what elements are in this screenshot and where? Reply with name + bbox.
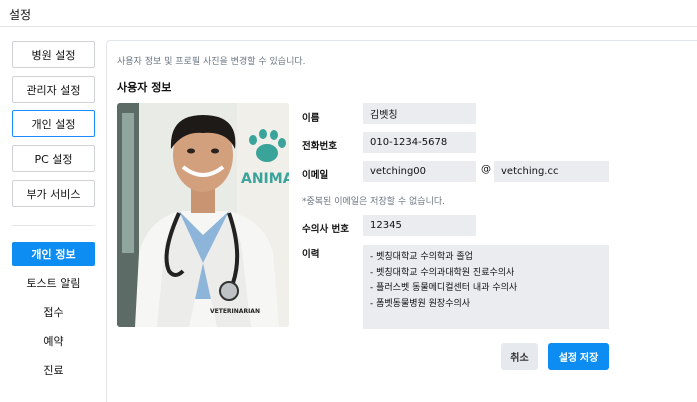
email-at-sign: @ <box>481 164 491 175</box>
section-title: 사용자 정보 <box>117 81 172 94</box>
email-id-field[interactable]: vetching00 <box>363 161 476 182</box>
career-label: 이력 <box>302 249 320 260</box>
page-description: 사용자 정보 및 프로필 사진을 변경할 수 있습니다. <box>117 57 306 67</box>
license-field[interactable]: 12345 <box>363 215 476 236</box>
profile-photo[interactable]: ANIMAL VETERINARIAN <box>117 103 289 327</box>
photo-sign-text: ANIMAL <box>241 171 289 187</box>
sidebar-button-personal-settings[interactable]: 개인 설정 <box>12 110 95 137</box>
title-bar: 설정 <box>0 0 697 27</box>
cancel-button[interactable]: 취소 <box>501 343 538 370</box>
sidebar-button-pc-settings[interactable]: PC 설정 <box>12 145 95 172</box>
content-panel: 사용자 정보 및 프로필 사진을 변경할 수 있습니다. 사용자 정보 ANIM… <box>106 40 697 402</box>
name-label: 이름 <box>302 113 320 124</box>
sidebar: 병원 설정 관리자 설정 개인 설정 PC 설정 부가 서비스 개인 정보 토스… <box>0 27 106 402</box>
career-line: - 폼벳동물병원 원장수의사 <box>370 298 471 309</box>
sidebar-item-toast-alerts[interactable]: 토스트 알림 <box>12 271 95 295</box>
sidebar-item-treatment[interactable]: 진료 <box>12 358 95 382</box>
sidebar-item-reservation[interactable]: 예약 <box>12 329 95 353</box>
phone-label: 전화번호 <box>302 141 337 152</box>
email-label: 이메일 <box>302 170 329 181</box>
career-line: - 벳칭대학교 수의과대학원 진료수의사 <box>370 267 515 278</box>
career-line: - 플러스벳 동물메디컬센터 내과 수의사 <box>370 283 518 293</box>
license-label: 수의사 번호 <box>302 224 350 235</box>
window-title: 설정 <box>9 8 32 22</box>
save-settings-button[interactable]: 설정 저장 <box>548 343 609 370</box>
profile-photo-image: ANIMAL VETERINARIAN <box>117 103 289 327</box>
email-domain-field[interactable]: vetching.cc <box>494 161 609 182</box>
photo-badge-text: VETERINARIAN <box>210 308 260 315</box>
sidebar-button-hospital-settings[interactable]: 병원 설정 <box>12 41 95 68</box>
sidebar-button-admin-settings[interactable]: 관리자 설정 <box>12 76 95 103</box>
sidebar-item-reception[interactable]: 접수 <box>12 300 95 324</box>
sidebar-divider <box>12 225 95 226</box>
sidebar-button-extra-services[interactable]: 부가 서비스 <box>12 180 95 207</box>
career-line: - 벳칭대학교 수의학과 졸업 <box>370 252 473 262</box>
name-field[interactable]: 김벳칭 <box>363 103 476 124</box>
email-hint: *중복된 이메일은 저장할 수 없습니다. <box>302 197 446 207</box>
sidebar-item-personal-info[interactable]: 개인 정보 <box>12 242 95 266</box>
career-textarea[interactable]: - 벳칭대학교 수의학과 졸업 - 벳칭대학교 수의과대학원 진료수의사 - 플… <box>363 245 609 329</box>
phone-field[interactable]: 010-1234-5678 <box>363 132 476 153</box>
